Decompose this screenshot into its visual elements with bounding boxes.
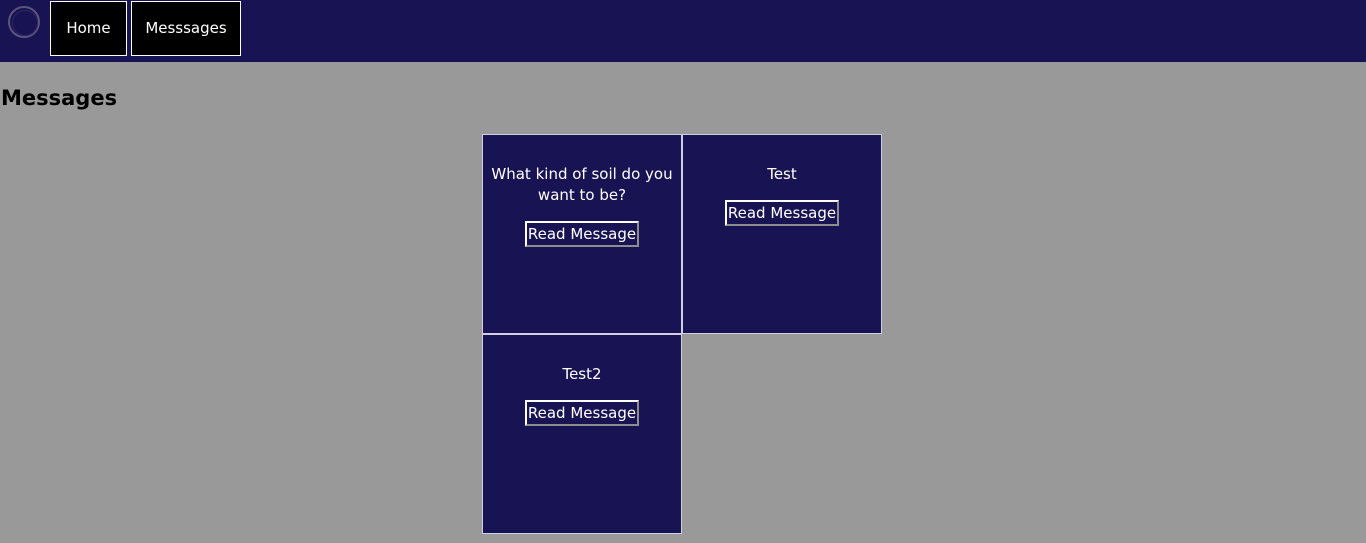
read-message-button[interactable]: Read Message [724,200,840,226]
top-navbar: Home Messsages [0,0,1366,62]
message-title: Test2 [562,365,602,383]
nav-messages-button[interactable]: Messsages [131,1,241,56]
page-title: Messages [1,86,118,110]
message-card: Test2 Read Message [482,334,682,534]
message-card: Test Read Message [682,134,882,334]
message-title: What kind of soil do you want to be? [491,165,673,204]
read-message-button[interactable]: Read Message [524,400,640,426]
ring-logo-icon[interactable] [8,6,40,38]
message-title: Test [767,165,797,183]
read-message-button[interactable]: Read Message [524,221,640,247]
message-card: What kind of soil do you want to be? Rea… [482,134,682,334]
nav-home-button[interactable]: Home [50,1,127,56]
messages-grid: What kind of soil do you want to be? Rea… [482,134,884,536]
